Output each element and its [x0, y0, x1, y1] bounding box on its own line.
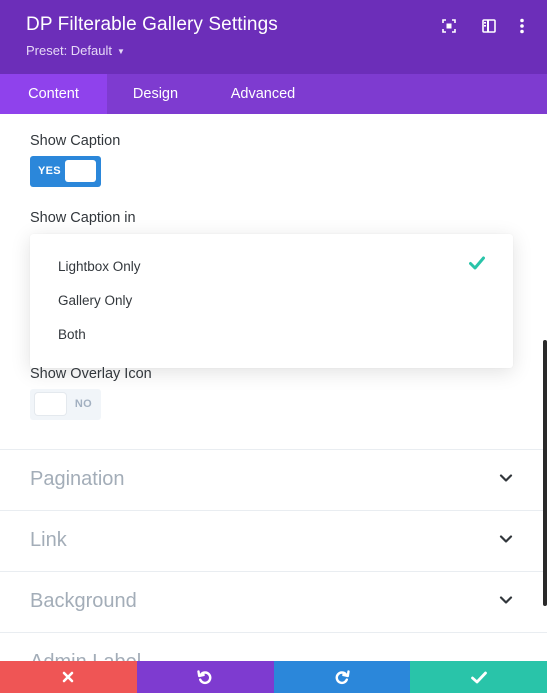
tab-design[interactable]: Design — [107, 74, 204, 114]
check-icon — [470, 671, 487, 683]
redo-button[interactable] — [273, 661, 411, 693]
save-button[interactable] — [410, 661, 547, 693]
show-overlay-icon-toggle[interactable]: NO — [30, 389, 101, 420]
action-bar — [0, 661, 547, 693]
sidebar-layout-icon[interactable] — [480, 17, 498, 35]
close-icon — [63, 671, 74, 683]
preset-label: Preset: Default — [26, 43, 112, 58]
section-admin-label[interactable]: Admin Label — [0, 632, 547, 661]
dropdown-option-both[interactable]: Both — [58, 327, 86, 342]
dropdown-option-lightbox-only[interactable]: Lightbox Only — [58, 259, 141, 274]
section-background[interactable]: Background — [0, 571, 547, 632]
show-caption-toggle[interactable]: YES — [30, 156, 101, 187]
section-title: Admin Label — [30, 651, 141, 661]
redo-icon — [335, 670, 350, 685]
section-pagination[interactable]: Pagination — [0, 449, 547, 510]
modal-header: DP Filterable Gallery Settings Preset: D… — [0, 0, 547, 74]
preset-selector[interactable]: Preset: Default ▼ — [26, 43, 125, 58]
settings-tabs: Content Design Advanced — [0, 74, 547, 114]
check-icon — [469, 256, 485, 270]
tab-content[interactable]: Content — [0, 74, 107, 114]
cancel-button[interactable] — [0, 661, 137, 693]
chevron-down-icon — [499, 535, 513, 543]
caret-down-icon: ▼ — [117, 46, 125, 56]
chevron-down-icon — [499, 596, 513, 604]
toggle-knob — [65, 160, 96, 182]
tab-advanced[interactable]: Advanced — [204, 74, 322, 114]
show-caption-in-label: Show Caption in — [30, 210, 136, 226]
toggle-knob — [35, 393, 66, 415]
undo-icon — [197, 670, 212, 685]
section-title: Background — [30, 590, 137, 612]
modal-title: DP Filterable Gallery Settings — [26, 14, 278, 35]
focus-icon[interactable] — [440, 17, 458, 35]
scrollbar[interactable] — [543, 340, 547, 606]
toggle-state-text: YES — [38, 165, 61, 177]
dropdown-option-gallery-only[interactable]: Gallery Only — [58, 293, 132, 308]
show-caption-label: Show Caption — [30, 133, 121, 149]
section-title: Link — [30, 529, 67, 551]
toggle-state-text: NO — [74, 398, 92, 410]
section-title: Pagination — [30, 468, 125, 490]
undo-button[interactable] — [136, 661, 274, 693]
show-overlay-icon-label: Show Overlay Icon — [30, 366, 152, 382]
more-vertical-icon[interactable] — [513, 17, 531, 35]
settings-content: Show Caption YES Show Caption in Lightbo… — [0, 114, 547, 661]
section-link[interactable]: Link — [0, 510, 547, 571]
chevron-down-icon — [499, 474, 513, 482]
caption-location-dropdown: Lightbox Only Gallery Only Both — [30, 234, 513, 368]
